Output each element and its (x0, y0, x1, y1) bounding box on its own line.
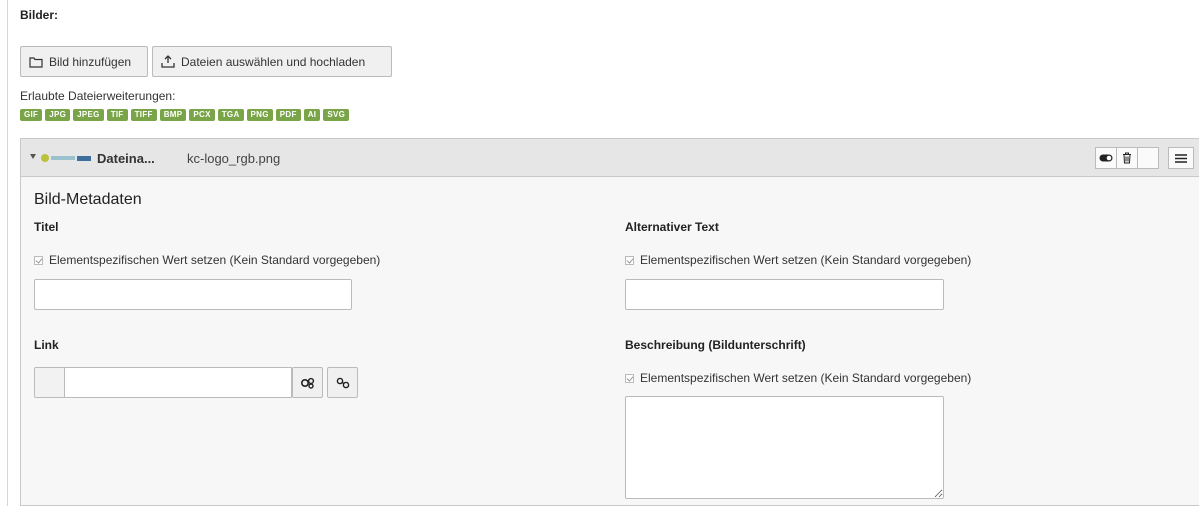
file-reference-panel: Dateina... kc-logo_rgb.png Bild-Metadate… (20, 138, 1199, 506)
add-image-button[interactable]: Bild hinzufügen (20, 46, 148, 77)
image-thumbnail (41, 153, 93, 163)
extension-badge: JPG (45, 109, 71, 121)
upload-label: Dateien auswählen und hochladen (181, 54, 366, 69)
file-panel-title: Dateina... (97, 151, 155, 166)
link-prefix-addon (34, 367, 65, 398)
section-label: Bilder: (20, 8, 59, 22)
alt-override-label: Elementspezifischen Wert setzen (Kein St… (640, 253, 972, 267)
title-override-checkbox[interactable] (34, 255, 43, 265)
description-label: Beschreibung (Bildunterschrift) (625, 338, 806, 352)
title-input[interactable] (34, 279, 352, 310)
extension-badge: GIF (20, 109, 43, 121)
extension-badge: TIFF (130, 109, 157, 121)
metadata-heading: Bild-Metadaten (34, 191, 142, 208)
link-label: Link (34, 338, 59, 352)
extension-badge: JPEG (73, 109, 104, 121)
collapse-caret-icon[interactable] (30, 154, 36, 159)
alt-text-label: Alternativer Text (625, 220, 719, 234)
link-browser-icon (300, 377, 314, 389)
toggle-visibility-button[interactable] (1095, 147, 1117, 169)
menu-icon (1175, 153, 1187, 163)
chain-link-icon (336, 377, 349, 388)
file-actions-group (1095, 147, 1159, 169)
extension-badge: BMP (159, 109, 187, 121)
description-override-row: Elementspezifischen Wert setzen (Kein St… (625, 371, 971, 385)
allowed-extensions-label: Erlaubte Dateierweiterungen: (20, 89, 176, 103)
extension-badge: SVG (323, 109, 350, 121)
extension-badge: TGA (217, 109, 244, 121)
title-label: Titel (34, 220, 59, 234)
alt-override-row: Elementspezifischen Wert setzen (Kein St… (625, 253, 971, 267)
file-panel-header[interactable]: Dateina... kc-logo_rgb.png (21, 139, 1199, 177)
description-override-checkbox[interactable] (625, 373, 634, 383)
extension-badge: PDF (275, 109, 301, 121)
drag-handle-button[interactable] (1168, 147, 1194, 169)
description-textarea[interactable] (625, 396, 944, 499)
extension-badge: PNG (246, 109, 273, 121)
extension-badge-list: GIF JPG JPEG TIF TIFF BMP PCX TGA PNG PD… (20, 109, 350, 121)
description-override-label: Elementspezifischen Wert setzen (Kein St… (640, 371, 972, 385)
alt-override-checkbox[interactable] (625, 255, 634, 265)
title-override-label: Elementspezifischen Wert setzen (Kein St… (49, 253, 381, 267)
extension-badge: AI (303, 109, 321, 121)
extension-badge: PCX (189, 109, 215, 121)
delete-button[interactable] (1116, 147, 1138, 169)
link-input[interactable] (64, 367, 292, 398)
upload-files-button[interactable]: Dateien auswählen und hochladen (152, 46, 392, 77)
folder-icon (29, 56, 43, 68)
file-name: kc-logo_rgb.png (187, 151, 281, 166)
title-override-row: Elementspezifischen Wert setzen (Kein St… (34, 253, 380, 267)
left-divider (7, 0, 8, 506)
link-browser-button[interactable] (292, 367, 323, 398)
extension-badge: TIF (106, 109, 128, 121)
add-image-label: Bild hinzufügen (49, 54, 132, 69)
upload-icon (161, 55, 175, 68)
link-wizard-button[interactable] (327, 367, 358, 398)
alt-text-input[interactable] (625, 279, 944, 310)
trash-icon (1123, 152, 1131, 164)
empty-action-slot (1137, 147, 1159, 169)
toggle-icon (1099, 154, 1113, 162)
